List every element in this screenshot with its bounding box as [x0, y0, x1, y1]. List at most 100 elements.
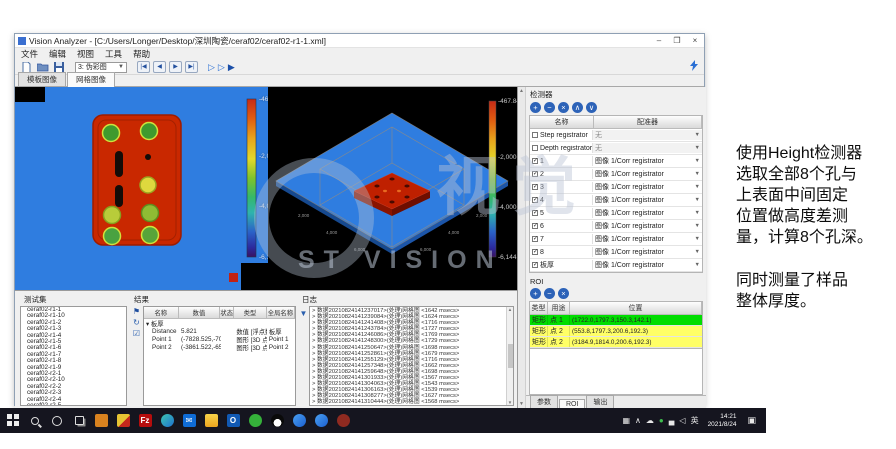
run-all-button[interactable]: ▶ — [228, 61, 235, 73]
filter-icon[interactable]: ▼ — [300, 309, 308, 318]
checkbox-icon[interactable]: ☑ — [133, 330, 140, 338]
maximize-button[interactable]: ❐ — [668, 34, 686, 48]
close-button[interactable]: × — [686, 34, 704, 48]
first-frame-button[interactable]: |◀ — [137, 61, 150, 73]
app-edge-icon[interactable] — [156, 408, 178, 433]
detector-row[interactable]: ✓5图像 1/Corr registrator▼ — [530, 207, 702, 220]
refresh-icon[interactable]: ↻ — [133, 319, 140, 327]
tab-网格图像[interactable]: 网格图像 — [67, 72, 115, 87]
prev-frame-button[interactable]: ◀ — [153, 61, 166, 73]
registrator-select[interactable]: 无▼ — [592, 143, 702, 153]
run-selected-button[interactable]: ▷ — [218, 61, 225, 73]
registrator-select[interactable]: 图像 1/Corr registrator▼ — [592, 234, 702, 244]
list-item[interactable]: ceraf02-r2-5 — [27, 403, 126, 406]
checkbox[interactable] — [532, 145, 538, 151]
registrator-select[interactable]: 图像 1/Corr registrator▼ — [592, 221, 702, 231]
onedrive-icon[interactable]: ☁ — [646, 416, 654, 426]
roi-row[interactable]: 矩形点 2(553.8,1797.3,200.6,192.3) — [530, 326, 702, 337]
pseudocolor-top-view[interactable]: -467.84-2,000-4,000-6,144.60 — [15, 87, 268, 290]
registrator-select[interactable]: 图像 1/Corr registrator▼ — [592, 247, 702, 257]
delete-button[interactable]: × — [558, 102, 569, 113]
app-wechat-icon[interactable] — [244, 408, 266, 433]
isometric-3d-view[interactable]: -467.84-2,000-4,000-6,144.60 2,0004,0006… — [268, 87, 517, 290]
tab-模板图像[interactable]: 模板图像 — [18, 72, 66, 86]
taskbar-clock[interactable]: 14:21 2021/8/24 — [704, 413, 741, 428]
registrator-select[interactable]: 图像 1/Corr registrator▼ — [592, 156, 702, 166]
ime-icon[interactable]: 英 — [691, 416, 699, 426]
roi-tab-输出[interactable]: 输出 — [586, 395, 614, 408]
app-explorer-icon[interactable] — [200, 408, 222, 433]
result-row[interactable]: Point 1(-7828.525,-70...图形 [3D 点]Point 1 — [144, 335, 295, 343]
test-list[interactable]: ceraf02-r1-1ceraf02-r1-10ceraf02-r1-2cer… — [20, 306, 127, 406]
action-center-icon[interactable]: ▣ — [745, 415, 762, 426]
detector-row[interactable]: ✓7图像 1/Corr registrator▼ — [530, 233, 702, 246]
app-stickynotes-icon[interactable] — [112, 408, 134, 433]
volume-icon[interactable]: ◁ — [679, 416, 685, 426]
network-icon[interactable]: ▄ — [669, 416, 675, 426]
panel-scrollbar[interactable]: ▲▼ — [518, 87, 526, 408]
search-icon[interactable] — [24, 408, 46, 433]
detector-row[interactable]: ✓6图像 1/Corr registrator▼ — [530, 220, 702, 233]
detector-row[interactable]: Depth registrator无▼ — [530, 142, 702, 155]
detector-row[interactable]: ✓2图像 1/Corr registrator▼ — [530, 168, 702, 181]
app-outlook-icon[interactable]: O — [222, 408, 244, 433]
app-mail-icon[interactable]: ✉ — [178, 408, 200, 433]
move-down-button[interactable]: ∨ — [586, 102, 597, 113]
registrator-select[interactable]: 图像 1/Corr registrator▼ — [592, 169, 702, 179]
roi-tab-ROI[interactable]: ROI — [559, 399, 585, 408]
roi-row[interactable]: 矩形点 2(3184.9,1814.0,200.6,192.3) — [530, 337, 702, 348]
checkbox[interactable]: ✓ — [532, 210, 538, 216]
checkbox[interactable]: ✓ — [532, 158, 538, 164]
log-scrollbar[interactable]: ▲▼ — [506, 307, 513, 405]
title-bar[interactable]: Vision Analyzer - [C:/Users/Longer/Deskt… — [15, 34, 704, 48]
checkbox[interactable]: ✓ — [532, 236, 538, 242]
tray-window-icon[interactable]: ▦ — [622, 416, 630, 426]
registrator-select[interactable]: 无▼ — [592, 130, 702, 140]
checkbox[interactable]: ✓ — [532, 197, 538, 203]
remove-button[interactable]: − — [544, 102, 555, 113]
menu-item-编辑[interactable]: 编辑 — [49, 48, 66, 60]
add-button[interactable]: + — [530, 102, 541, 113]
cortana-icon[interactable] — [46, 408, 68, 433]
menu-item-文件[interactable]: 文件 — [21, 48, 38, 60]
checkbox[interactable]: ✓ — [532, 262, 538, 268]
roi-tab-参数[interactable]: 参数 — [530, 395, 558, 408]
app-filezilla-icon[interactable]: Fz — [134, 408, 156, 433]
move-up-button[interactable]: ∧ — [572, 102, 583, 113]
results-table[interactable]: 名称数值状态类型全局名称 ▾ 板厚Distance5.821数值 [浮点数]板厚… — [143, 306, 296, 406]
task-view-icon[interactable] — [68, 408, 90, 433]
flag-icon[interactable]: ⚑ — [133, 308, 140, 316]
minimize-button[interactable]: – — [650, 34, 668, 48]
roi-remove-button[interactable]: − — [544, 288, 555, 299]
checkbox[interactable] — [532, 132, 538, 138]
roi-delete-button[interactable]: × — [558, 288, 569, 299]
checkbox[interactable]: ✓ — [532, 223, 538, 229]
menu-item-工具[interactable]: 工具 — [105, 48, 122, 60]
detector-row[interactable]: ✓3图像 1/Corr registrator▼ — [530, 181, 702, 194]
detector-row[interactable]: ✓板厚图像 1/Corr registrator▼ — [530, 259, 702, 272]
log-list[interactable]: > 数据20210824141237017>(处理)网格图 <1642 msec… — [309, 306, 514, 406]
next-frame-button[interactable]: ▶ — [169, 61, 182, 73]
detector-row[interactable]: Step registrator无▼ — [530, 129, 702, 142]
registrator-select[interactable]: 图像 1/Corr registrator▼ — [592, 182, 702, 192]
detector-row[interactable]: ✓4图像 1/Corr registrator▼ — [530, 194, 702, 207]
app-360-icon[interactable] — [90, 408, 112, 433]
checkbox[interactable]: ✓ — [532, 184, 538, 190]
start-button[interactable] — [2, 408, 24, 433]
detector-row[interactable]: ✓8图像 1/Corr registrator▼ — [530, 246, 702, 259]
tray-expand-icon[interactable]: ∧ — [635, 416, 641, 426]
registrator-select[interactable]: 图像 1/Corr registrator▼ — [592, 195, 702, 205]
roi-row[interactable]: 矩形点 1(1722.0,1797.3,150.3,142.1) — [530, 315, 702, 326]
checkbox[interactable]: ✓ — [532, 249, 538, 255]
result-row[interactable]: Distance5.821数值 [浮点数]板厚 — [144, 327, 295, 335]
app-qq-icon[interactable] — [266, 408, 288, 433]
result-row[interactable]: Point 2(-3861.522,-65...图形 [3D 点]Point 2 — [144, 343, 295, 351]
menu-item-帮助[interactable]: 帮助 — [133, 48, 150, 60]
view-mode-select[interactable]: 3: 伪彩图 ▼ — [75, 62, 127, 73]
roi-add-button[interactable]: + — [530, 288, 541, 299]
status-green-icon[interactable]: ● — [659, 416, 664, 426]
checkbox[interactable]: ✓ — [532, 171, 538, 177]
app-security-icon[interactable] — [332, 408, 354, 433]
app-browser-2-icon[interactable] — [310, 408, 332, 433]
app-browser-1-icon[interactable] — [288, 408, 310, 433]
